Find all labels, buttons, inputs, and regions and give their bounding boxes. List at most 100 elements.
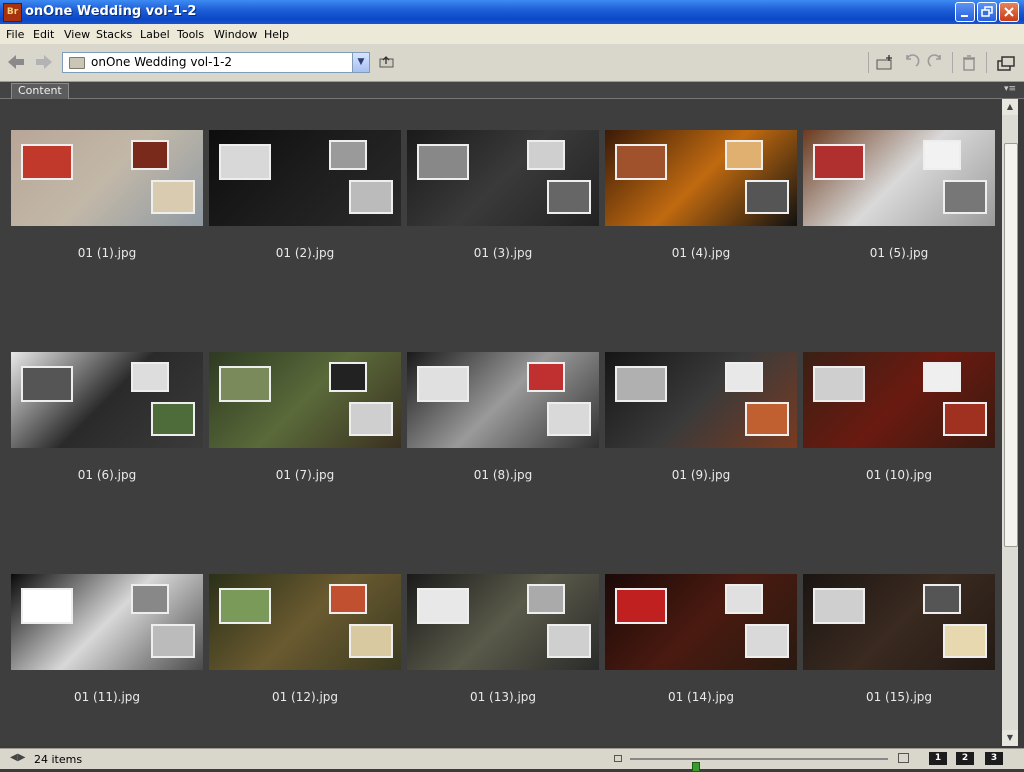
forward-button[interactable] (34, 53, 54, 71)
rotate-left-button[interactable] (902, 54, 920, 72)
collage-photo (21, 366, 73, 402)
view-mode-2-button[interactable]: 2 (956, 752, 974, 765)
thumbnail-image[interactable] (209, 130, 401, 226)
rotate-right-icon (927, 54, 941, 67)
vertical-scrollbar[interactable]: ▲ ▼ (1002, 99, 1018, 746)
thumbnail-image[interactable] (407, 352, 599, 448)
menu-stacks[interactable]: Stacks (96, 28, 132, 41)
thumbnail-image[interactable] (407, 130, 599, 226)
minimize-button[interactable] (955, 2, 975, 22)
thumbnail-image[interactable] (11, 574, 203, 670)
menu-tools[interactable]: Tools (177, 28, 204, 41)
menu-label[interactable]: Label (140, 28, 170, 41)
path-dropdown[interactable]: onOne Wedding vol-1-2 ▼ (62, 52, 370, 73)
collage-photo (21, 144, 73, 180)
thumbnail-label: 01 (4).jpg (671, 246, 731, 260)
menu-file[interactable]: File (6, 28, 24, 41)
menu-edit[interactable]: Edit (33, 28, 54, 41)
collage-photo (329, 140, 367, 170)
collage-photo (615, 144, 667, 180)
collage-photo (745, 180, 789, 214)
close-button[interactable] (999, 2, 1019, 22)
menu-window[interactable]: Window (214, 28, 257, 41)
collage-photo (923, 140, 961, 170)
panel-menu-icon[interactable]: ▾≡ (1004, 84, 1016, 94)
collage-photo (547, 624, 591, 658)
thumbnail-image[interactable] (209, 574, 401, 670)
thumbnail-image[interactable] (605, 130, 797, 226)
thumbnail-item[interactable]: 01 (1).jpg (11, 99, 203, 279)
thumbnail-label: 01 (15).jpg (865, 690, 933, 704)
menu-view[interactable]: View (64, 28, 90, 41)
scroll-down-arrow-icon[interactable]: ▼ (1002, 730, 1018, 746)
collage-photo (615, 588, 667, 624)
scroll-thumb[interactable] (1004, 143, 1018, 547)
chevron-down-icon[interactable]: ▼ (352, 53, 369, 72)
thumbnail-item[interactable]: 01 (2).jpg (209, 99, 401, 279)
restore-icon (981, 6, 993, 17)
up-folder-button[interactable] (378, 54, 396, 70)
path-text: onOne Wedding vol-1-2 (91, 55, 233, 69)
large-thumbnail-icon[interactable] (898, 753, 909, 763)
thumbnail-image[interactable] (605, 352, 797, 448)
tab-content[interactable]: Content (11, 83, 69, 99)
collage-photo (21, 588, 73, 624)
thumbnail-label: 01 (8).jpg (473, 468, 533, 482)
collage-photo (943, 180, 987, 214)
thumbnail-item[interactable]: 01 (12).jpg (209, 543, 401, 723)
thumbnail-item[interactable]: 01 (3).jpg (407, 99, 599, 279)
view-mode-3-button[interactable]: 3 (985, 752, 1003, 765)
menu-help[interactable]: Help (264, 28, 289, 41)
collage-photo (547, 180, 591, 214)
thumbnail-item[interactable]: 01 (14).jpg (605, 543, 797, 723)
collage-photo (417, 144, 469, 180)
back-button[interactable] (6, 53, 26, 71)
folder-icon (69, 57, 85, 69)
bridge-app-icon[interactable]: Br (3, 3, 22, 22)
small-thumbnail-icon[interactable] (614, 755, 622, 762)
collage-photo (725, 584, 763, 614)
panel-toggle-arrows-icon[interactable]: ◀▶ (10, 752, 25, 763)
collage-photo (219, 366, 271, 402)
thumbnail-item[interactable]: 01 (9).jpg (605, 321, 797, 501)
thumbnail-image[interactable] (209, 352, 401, 448)
collage-photo (923, 584, 961, 614)
collage-photo (349, 624, 393, 658)
thumbnail-item[interactable]: 01 (10).jpg (803, 321, 995, 501)
item-count: 24 items (34, 753, 83, 766)
thumbnail-image[interactable] (11, 352, 203, 448)
thumbnail-item[interactable]: 01 (6).jpg (11, 321, 203, 501)
thumbnail-item[interactable]: 01 (7).jpg (209, 321, 401, 501)
thumbnail-item[interactable]: 01 (15).jpg (803, 543, 995, 723)
thumbnail-image[interactable] (11, 130, 203, 226)
thumbnail-item[interactable]: 01 (13).jpg (407, 543, 599, 723)
thumbnail-item[interactable]: 01 (4).jpg (605, 99, 797, 279)
title-bar[interactable]: Br onOne Wedding vol-1-2 (0, 0, 1024, 24)
thumbnail-image[interactable] (803, 352, 995, 448)
thumbnail-image[interactable] (803, 574, 995, 670)
restore-button[interactable] (977, 2, 997, 22)
collage-photo (527, 584, 565, 614)
thumbnail-image[interactable] (407, 574, 599, 670)
thumbnail-item[interactable]: 01 (5).jpg (803, 99, 995, 279)
content-panel[interactable]: 01 (1).jpg 01 (2).jpg 01 (3).jpg 01 (4).jpg… (0, 99, 1002, 746)
toolbar: onOne Wedding vol-1-2 ▼ (0, 44, 1024, 82)
collage-photo (417, 588, 469, 624)
delete-button[interactable] (960, 54, 978, 72)
thumbnail-size-slider[interactable] (630, 758, 888, 772)
thumbnail-item[interactable]: 01 (8).jpg (407, 321, 599, 501)
new-folder-button[interactable] (875, 54, 895, 72)
scroll-up-arrow-icon[interactable]: ▲ (1002, 99, 1018, 115)
thumbnail-item[interactable]: 01 (11).jpg (11, 543, 203, 723)
collage-photo (813, 366, 865, 402)
collage-photo (547, 402, 591, 436)
rotate-right-button[interactable] (927, 54, 945, 72)
status-bar: ◀▶ 24 items 1 2 3 (0, 748, 1024, 772)
toolbar-separator (986, 52, 987, 73)
thumbnail-image[interactable] (605, 574, 797, 670)
thumbnail-image[interactable] (803, 130, 995, 226)
thumbnail-label: 01 (12).jpg (271, 690, 339, 704)
slider-handle[interactable] (692, 762, 700, 772)
view-mode-1-button[interactable]: 1 (929, 752, 947, 765)
compact-mode-button[interactable] (996, 54, 1016, 72)
